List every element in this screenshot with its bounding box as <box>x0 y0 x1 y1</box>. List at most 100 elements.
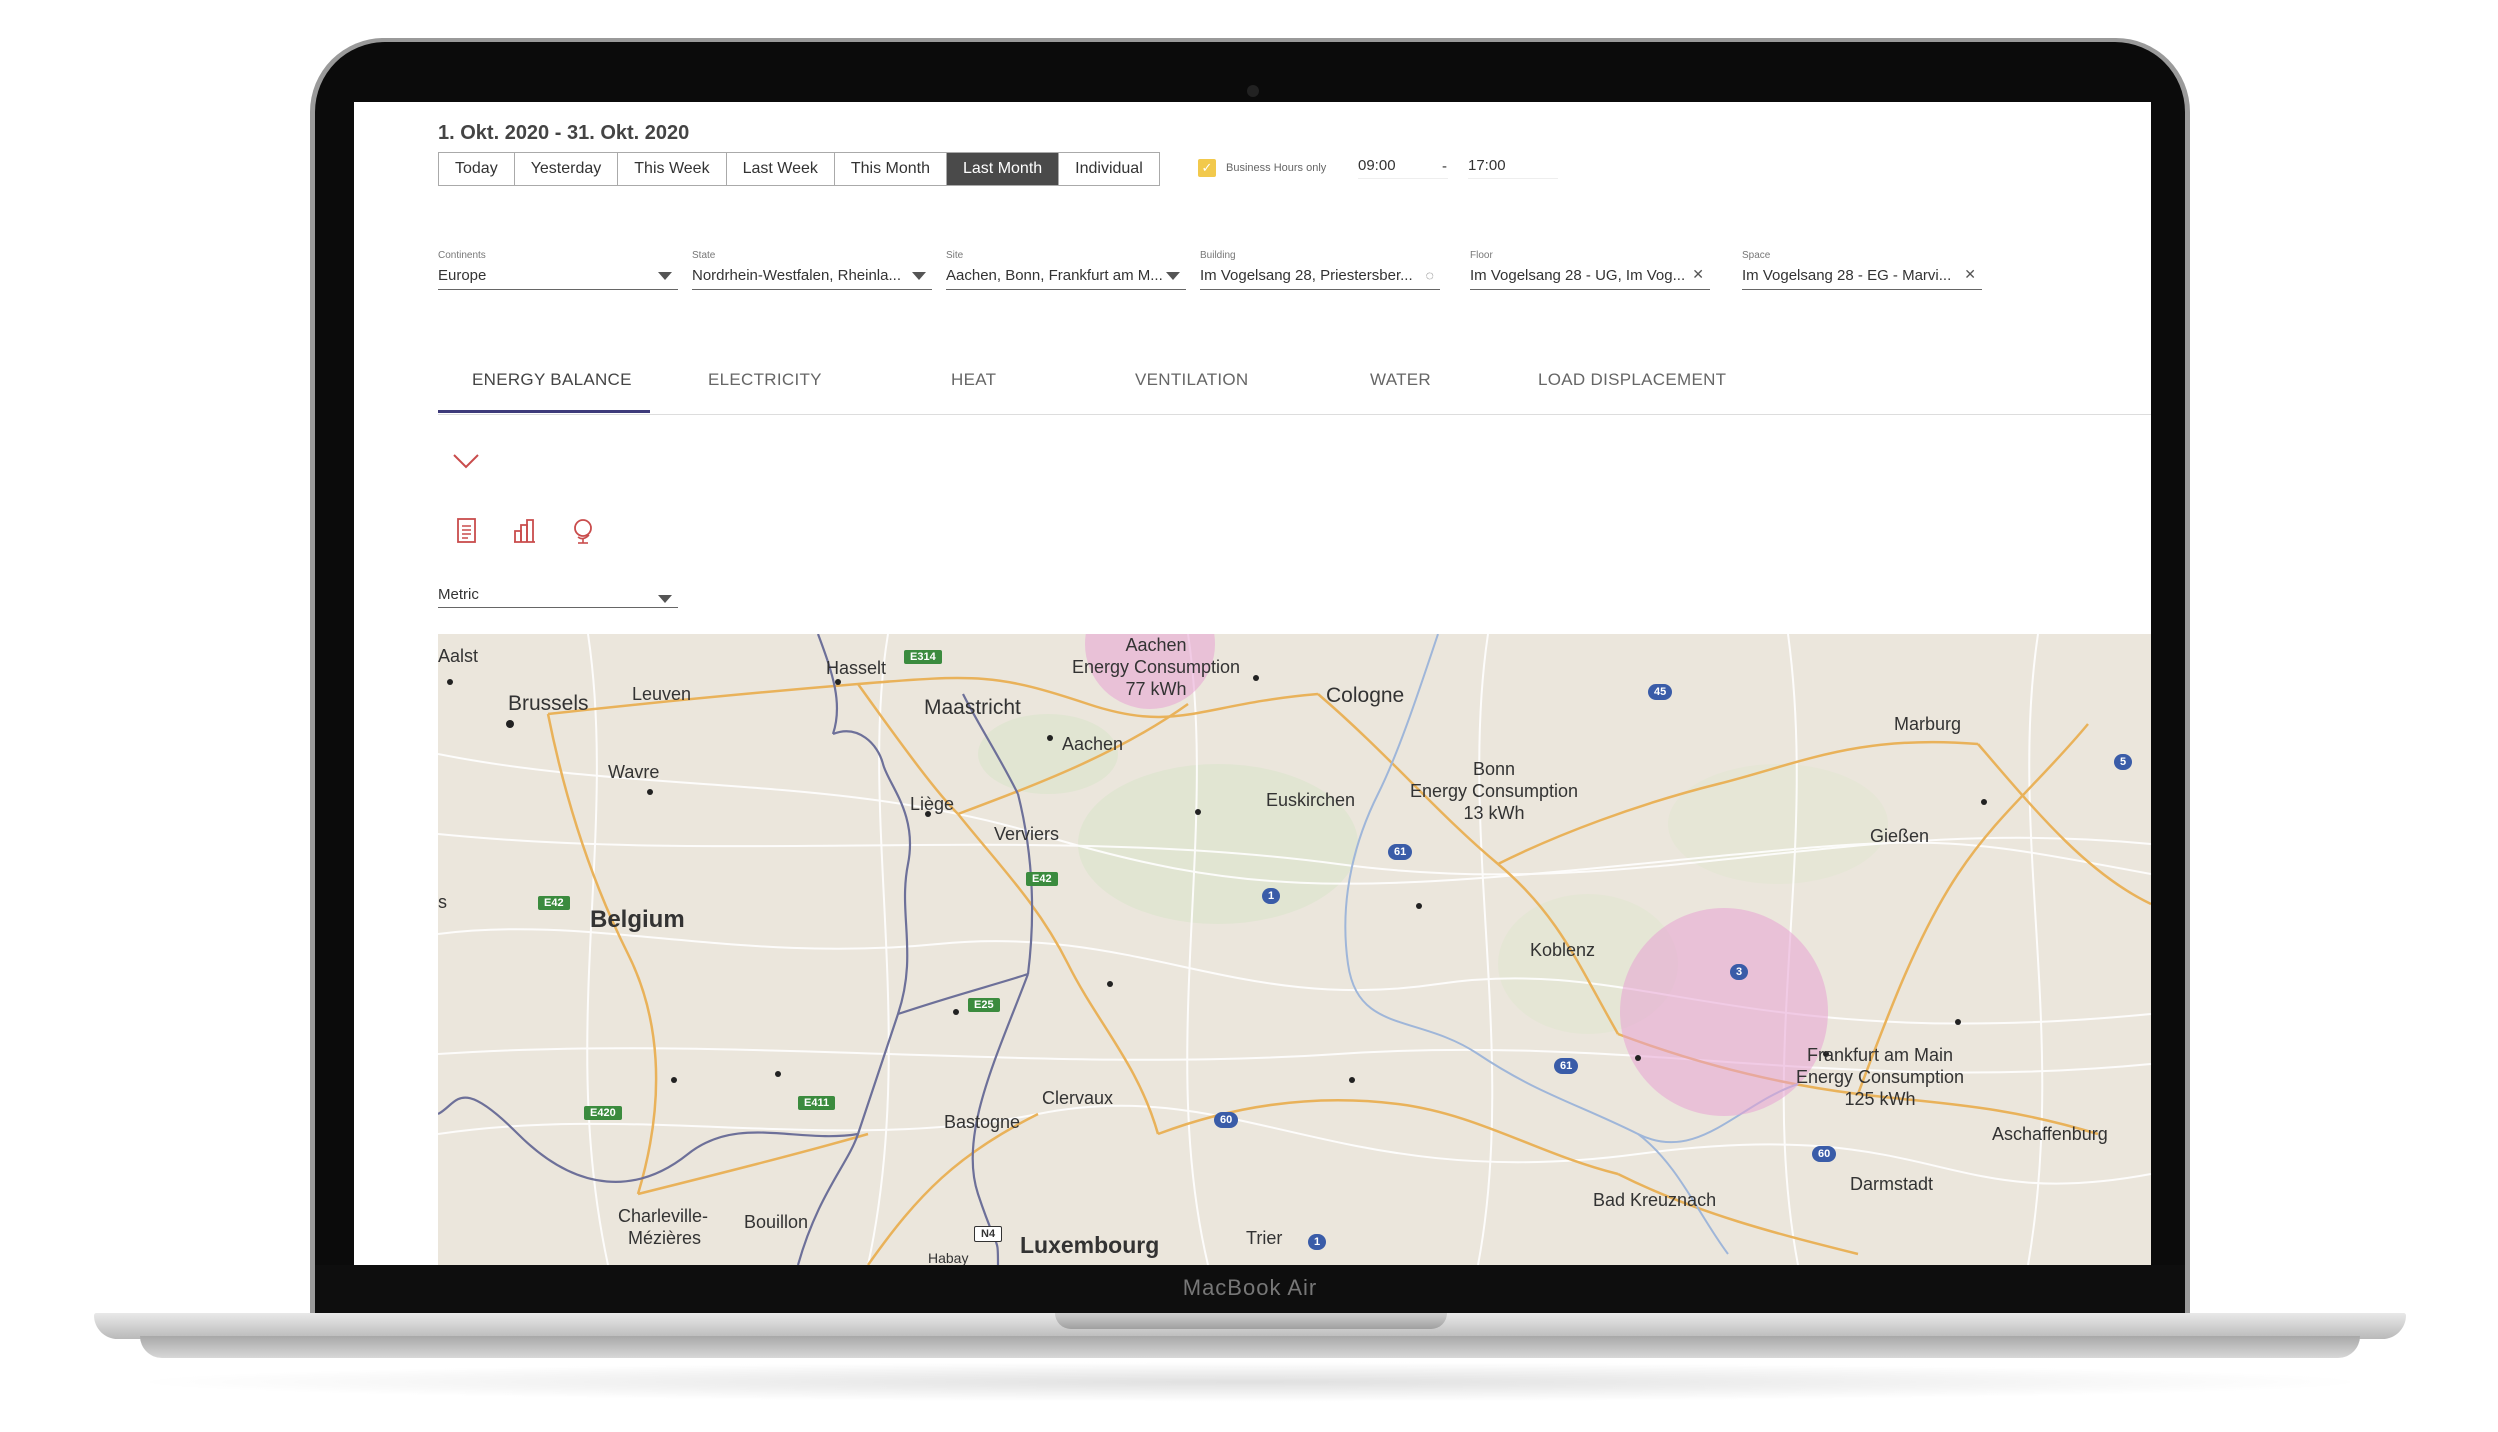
map-label-mezieres: Mézières <box>628 1228 702 1248</box>
continents-value: Europe <box>438 267 487 284</box>
clear-icon[interactable]: ✕ <box>1964 267 1976 283</box>
map-label-luxembourg: Luxembourg <box>1020 1232 1160 1258</box>
caret-down-icon[interactable] <box>912 267 926 283</box>
range-last-month-button[interactable]: Last Month <box>947 153 1060 185</box>
map-label-liege: Liège <box>910 794 955 814</box>
map-label-bouillon: Bouillon <box>744 1212 809 1232</box>
autobahn-shield: 61 <box>1388 844 1413 860</box>
building-value: Im Vogelsang 28, Priestersber... <box>1200 267 1413 284</box>
autobahn-shield: 60 <box>1812 1146 1837 1162</box>
bubble-label-frankfurt[interactable]: Frankfurt am Main Energy Consumption 125 k… <box>1796 1044 1964 1110</box>
checkbox-checked-icon[interactable]: ✓ <box>1198 159 1216 177</box>
site-select[interactable]: Site Aachen, Bonn, Frankfurt am M... <box>946 250 1186 290</box>
autobahn-shield: 61 <box>1554 1058 1579 1074</box>
site-value: Aachen, Bonn, Frankfurt am M... <box>946 267 1163 284</box>
road-shield: E314 <box>904 650 942 664</box>
autobahn-shield: 45 <box>1648 684 1673 700</box>
map-label-koblenz: Koblenz <box>1530 940 1596 960</box>
bar-chart-icon[interactable] <box>512 517 538 545</box>
laptop-chin: MacBook Air <box>315 1265 2185 1315</box>
map-label-clervaux: Clervaux <box>1042 1088 1114 1108</box>
laptop-shadow <box>120 1362 2380 1402</box>
app-screen: 1. Okt. 2020 - 31. Okt. 2020 Today Yeste… <box>354 102 2151 1265</box>
time-to-input[interactable]: 17:00 <box>1468 157 1558 179</box>
energy-map[interactable]: Aalst Brussels Leuven Hasselt Maastricht… <box>438 634 2151 1265</box>
tab-heat[interactable]: HEAT <box>951 370 996 390</box>
range-individual-button[interactable]: Individual <box>1059 153 1159 185</box>
map-label-edge: s <box>438 892 447 912</box>
range-last-week-button[interactable]: Last Week <box>727 153 835 185</box>
building-select[interactable]: Building Im Vogelsang 28, Priestersber..… <box>1200 250 1440 290</box>
caret-down-icon[interactable] <box>658 590 672 607</box>
state-value: Nordrhein-Westfalen, Rheinla... <box>692 267 901 284</box>
building-label: Building <box>1200 250 1236 261</box>
active-tab-indicator <box>438 410 650 413</box>
tab-energy-balance[interactable]: ENERGY BALANCE <box>472 370 632 390</box>
road-shield: E420 <box>584 1106 622 1120</box>
report-icon[interactable] <box>454 517 480 545</box>
time-separator: - <box>1442 158 1447 175</box>
tab-water[interactable]: WATER <box>1370 370 1431 390</box>
road-shield: E411 <box>798 1096 836 1110</box>
laptop-base-lower <box>140 1336 2360 1358</box>
device-label: MacBook Air <box>1182 1275 1318 1300</box>
check-circle-icon[interactable]: ◌ <box>1426 267 1434 283</box>
space-label: Space <box>1742 250 1771 261</box>
map-label-darmstadt: Darmstadt <box>1850 1174 1934 1194</box>
continents-label: Continents <box>438 250 486 261</box>
map-label-cologne: Cologne <box>1326 684 1405 707</box>
chevron-down-icon[interactable] <box>452 452 480 470</box>
continents-select[interactable]: Continents Europe <box>438 250 678 290</box>
business-hours-toggle[interactable]: ✓ Business Hours only <box>1198 159 1326 177</box>
map-label-aalst: Aalst <box>438 646 479 666</box>
tab-load-displacement[interactable]: LOAD DISPLACEMENT <box>1538 370 1726 390</box>
floor-label: Floor <box>1470 250 1493 261</box>
tab-ventilation[interactable]: VENTILATION <box>1135 370 1249 390</box>
map-label-maastricht: Maastricht <box>924 696 1021 719</box>
metric-select[interactable]: Metric <box>438 586 678 608</box>
road-shield: E42 <box>1026 872 1058 886</box>
autobahn-shield: 1 <box>1262 888 1281 904</box>
range-this-week-button[interactable]: This Week <box>618 153 727 185</box>
camera-dot <box>1247 85 1259 97</box>
time-from-input[interactable]: 09:00 <box>1358 157 1448 179</box>
map-label-aachen: Aachen <box>1062 734 1124 754</box>
floor-value: Im Vogelsang 28 - UG, Im Vog... <box>1470 267 1686 284</box>
range-this-month-button[interactable]: This Month <box>835 153 947 185</box>
map-label-wavre: Wavre <box>608 762 660 782</box>
space-value: Im Vogelsang 28 - EG - Marvi... <box>1742 267 1952 284</box>
floor-select[interactable]: Floor Im Vogelsang 28 - UG, Im Vog... ✕ <box>1470 250 1710 290</box>
map-label-belgium: Belgium <box>590 906 685 933</box>
map-label-habay: Habay <box>928 1250 969 1265</box>
map-label-marburg: Marburg <box>1894 714 1962 734</box>
range-yesterday-button[interactable]: Yesterday <box>515 153 619 185</box>
autobahn-shield: 1 <box>1308 1234 1327 1250</box>
map-label-brussels: Brussels <box>508 692 589 715</box>
map-label-euskirchen: Euskirchen <box>1266 790 1356 810</box>
caret-down-icon[interactable] <box>1166 267 1180 283</box>
map-label-charleville: Charleville- <box>618 1206 709 1226</box>
quick-range-group: Today Yesterday This Week Last Week This… <box>438 152 1160 186</box>
bubble-label-bonn[interactable]: Bonn Energy Consumption 13 kWh <box>1410 758 1578 824</box>
autobahn-shield: 60 <box>1214 1112 1239 1128</box>
state-label: State <box>692 250 716 261</box>
state-select[interactable]: State Nordrhein-Westfalen, Rheinla... <box>692 250 932 290</box>
map-label-hasselt: Hasselt <box>826 658 887 678</box>
space-select[interactable]: Space Im Vogelsang 28 - EG - Marvi... ✕ <box>1742 250 1982 290</box>
map-label-bastogne: Bastogne <box>944 1112 1021 1132</box>
laptop-notch <box>1055 1313 1447 1329</box>
category-tabs: ENERGY BALANCE ELECTRICITY HEAT VENTILAT… <box>438 360 2151 415</box>
map-label-bad-kreuznach: Bad Kreuznach <box>1593 1190 1717 1210</box>
globe-icon[interactable] <box>570 517 596 545</box>
map-label-trier: Trier <box>1246 1228 1283 1248</box>
bubble-label-aachen[interactable]: Aachen Energy Consumption 77 kWh <box>1072 634 1240 700</box>
road-shield: N4 <box>974 1226 1003 1242</box>
tab-electricity[interactable]: ELECTRICITY <box>708 370 822 390</box>
date-range-title: 1. Okt. 2020 - 31. Okt. 2020 <box>438 122 690 144</box>
clear-icon[interactable]: ✕ <box>1692 267 1704 283</box>
caret-down-icon[interactable] <box>658 267 672 283</box>
road-shield: E42 <box>538 896 570 910</box>
site-label: Site <box>946 250 964 261</box>
range-today-button[interactable]: Today <box>439 153 515 185</box>
autobahn-shield: 5 <box>2114 754 2133 770</box>
